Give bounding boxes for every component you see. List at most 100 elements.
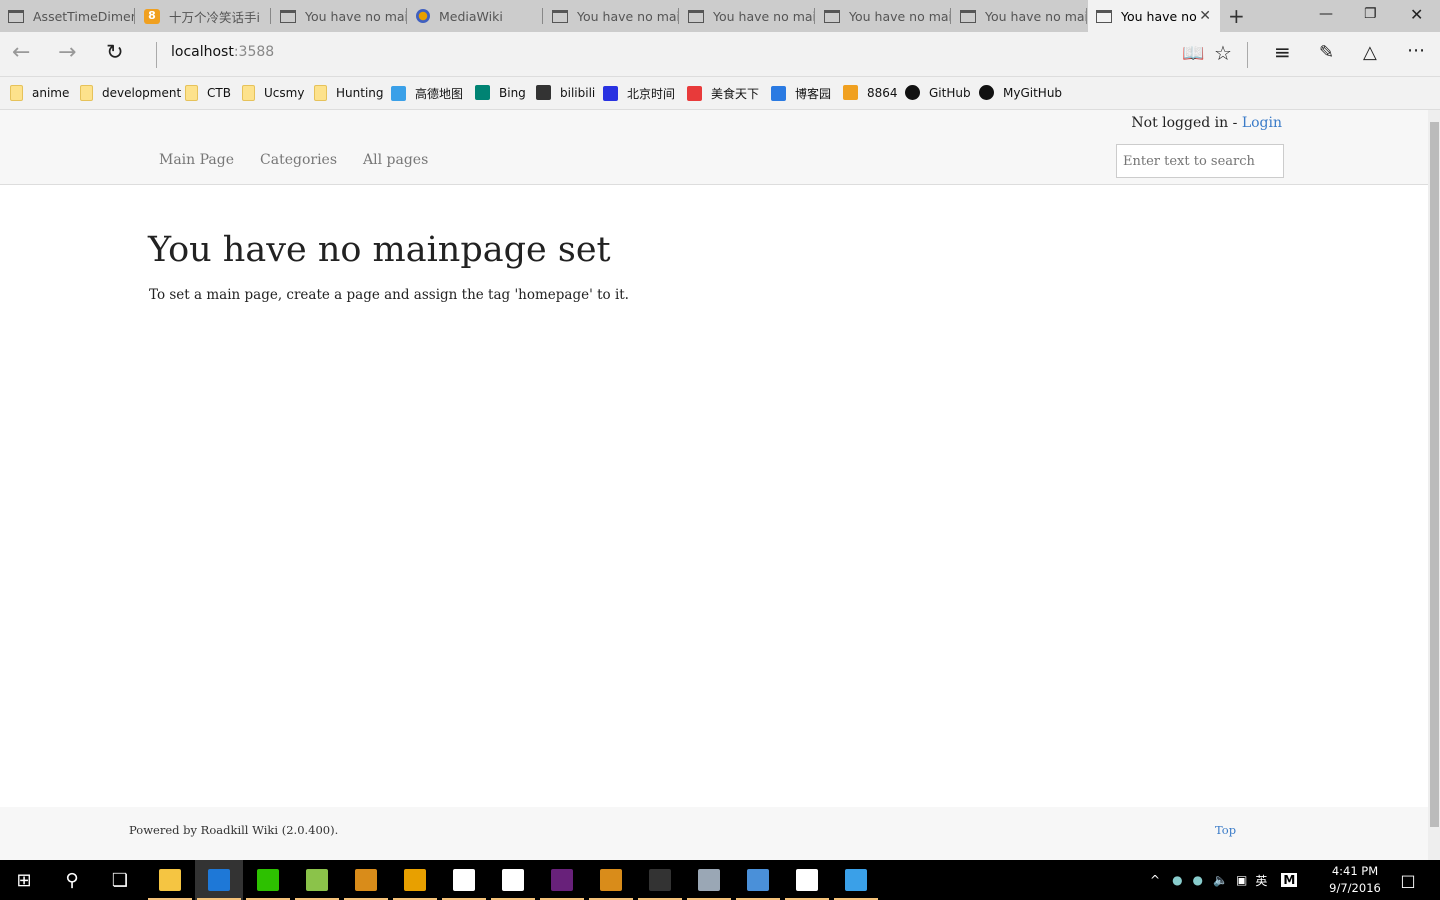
task-view-icon[interactable]: ❏ bbox=[96, 860, 144, 900]
ime-mode-icon[interactable]: M bbox=[1281, 873, 1298, 887]
restore-button[interactable]: ❐ bbox=[1364, 6, 1377, 22]
forward-button[interactable]: → bbox=[58, 40, 76, 65]
taskbar-file-explorer[interactable] bbox=[146, 860, 194, 900]
volume-icon[interactable]: 🔈 bbox=[1213, 873, 1228, 887]
close-tab-icon[interactable]: ✕ bbox=[1199, 8, 1211, 24]
network-icon[interactable]: ▣ bbox=[1236, 873, 1247, 887]
bookmark-label: Hunting bbox=[336, 86, 384, 100]
close-window-button[interactable]: ✕ bbox=[1410, 5, 1423, 24]
search-icon[interactable]: ⚲ bbox=[48, 860, 96, 900]
navigation-bar: ← → ↻ localhost:3588 📖 ☆ ≡ ✎ △ ⋯ bbox=[0, 32, 1440, 76]
address-host: localhost bbox=[171, 44, 234, 60]
github-icon bbox=[905, 85, 920, 100]
bookmark-label: GitHub bbox=[929, 85, 971, 100]
bookmark-ctb[interactable]: CTB bbox=[185, 85, 231, 101]
taskbar-search-tool[interactable] bbox=[391, 860, 439, 900]
bookmark-development[interactable]: development bbox=[80, 85, 181, 101]
scrollbar-thumb[interactable] bbox=[1430, 122, 1439, 827]
file-explorer-icon bbox=[159, 869, 181, 891]
bookmark-北京时间[interactable]: 北京时间 bbox=[603, 85, 675, 102]
bookmark-label: development bbox=[102, 86, 182, 100]
page-icon bbox=[688, 9, 704, 23]
tray-app-icon[interactable]: ● bbox=[1193, 873, 1203, 887]
page-icon bbox=[1096, 9, 1112, 23]
reading-view-icon[interactable]: 📖 bbox=[1182, 43, 1204, 64]
taskbar-visual-studio[interactable] bbox=[538, 860, 586, 900]
share-icon[interactable]: △ bbox=[1363, 42, 1377, 63]
browser-tab[interactable]: You have no mai bbox=[272, 0, 408, 32]
scrollbar[interactable] bbox=[1428, 110, 1440, 860]
taskbar-calculator[interactable] bbox=[783, 860, 831, 900]
bookmark-美食天下[interactable]: 美食天下 bbox=[687, 85, 759, 102]
nav-all-pages[interactable]: All pages bbox=[363, 152, 428, 168]
system-tray: ^ ● ● 🔈 ▣ 英 M bbox=[1150, 860, 1298, 900]
browser-tab[interactable]: MediaWiki bbox=[408, 0, 544, 32]
taskbar-sublime[interactable] bbox=[734, 860, 782, 900]
bookmark-label: MyGitHub bbox=[1003, 85, 1063, 100]
taskbar-app-orange[interactable] bbox=[342, 860, 390, 900]
nav-categories[interactable]: Categories bbox=[260, 152, 337, 168]
bookmark-anime[interactable]: anime bbox=[10, 85, 69, 101]
browser-tab[interactable]: You have no mai bbox=[544, 0, 680, 32]
browser-tab[interactable]: You have no mai bbox=[680, 0, 816, 32]
new-tab-button[interactable]: + bbox=[1228, 4, 1245, 28]
refresh-button[interactable]: ↻ bbox=[106, 40, 124, 64]
hub-icon[interactable]: ≡ bbox=[1274, 40, 1291, 64]
tab-title: You have no bbox=[1121, 8, 1197, 24]
bookmark-hunting[interactable]: Hunting bbox=[314, 85, 384, 101]
tab-title: You have no mai bbox=[849, 8, 952, 24]
taskbar-app-video[interactable] bbox=[587, 860, 635, 900]
taskbar-remote[interactable] bbox=[685, 860, 733, 900]
tab-title: You have no mai bbox=[305, 8, 408, 24]
taskbar-wechat[interactable] bbox=[244, 860, 292, 900]
tab-title: AssetTimeDimer bbox=[33, 8, 136, 24]
bookmark-mygithub[interactable]: MyGitHub bbox=[979, 85, 1062, 100]
login-link[interactable]: Login bbox=[1242, 115, 1282, 131]
bookmark-博客园[interactable]: 博客园 bbox=[771, 85, 831, 102]
taskbar-terminal[interactable] bbox=[636, 860, 684, 900]
browser-tab[interactable]: 8 十万个冷笑话手i bbox=[136, 0, 272, 32]
address-bar[interactable]: localhost:3588 bbox=[171, 44, 274, 60]
address-port: :3588 bbox=[233, 44, 275, 60]
browser-tab[interactable]: You have no ✕ bbox=[1088, 0, 1220, 32]
bookmark-bilibili[interactable]: bilibili bbox=[536, 85, 595, 100]
tray-app-icon[interactable]: ● bbox=[1172, 873, 1182, 887]
wiki-page: Not logged in - Login Main Page Categorie… bbox=[0, 110, 1428, 860]
nav-main-page[interactable]: Main Page bbox=[159, 152, 234, 168]
bookmark-label: 北京时间 bbox=[627, 87, 676, 101]
browser-tab[interactable]: AssetTimeDimer bbox=[0, 0, 136, 32]
bookmark-github[interactable]: GitHub bbox=[905, 85, 971, 100]
favorite-star-icon[interactable]: ☆ bbox=[1214, 41, 1232, 65]
minimize-button[interactable]: — bbox=[1319, 6, 1333, 22]
github-icon bbox=[979, 85, 994, 100]
bookmark-8864[interactable]: 8864 bbox=[843, 85, 898, 100]
more-icon[interactable]: ⋯ bbox=[1407, 40, 1425, 61]
start-button[interactable]: ⊞ bbox=[0, 860, 48, 900]
search-input[interactable] bbox=[1116, 144, 1284, 178]
calculator-icon bbox=[796, 869, 818, 891]
browser-tab[interactable]: You have no mai bbox=[952, 0, 1088, 32]
bookmark-bing[interactable]: Bing bbox=[475, 85, 526, 100]
browser-tab[interactable]: You have no mai bbox=[816, 0, 952, 32]
taskbar-mail[interactable] bbox=[489, 860, 537, 900]
taskbar-notepad-plus[interactable] bbox=[293, 860, 341, 900]
back-button[interactable]: ← bbox=[12, 40, 30, 65]
store-icon bbox=[453, 869, 475, 891]
bookmark-高德地图[interactable]: 高德地图 bbox=[391, 85, 463, 102]
ime-indicator[interactable]: 英 bbox=[1255, 872, 1267, 889]
bookmark-ucsmy[interactable]: Ucsmy bbox=[242, 85, 304, 101]
taskbar-store[interactable] bbox=[440, 860, 488, 900]
time: 4:41 PM bbox=[1331, 864, 1379, 878]
web-note-icon[interactable]: ✎ bbox=[1319, 42, 1334, 63]
clock[interactable]: 4:41 PM 9/7/2016 bbox=[1320, 863, 1390, 897]
top-link[interactable]: Top bbox=[1215, 823, 1236, 837]
login-status: Not logged in - Login bbox=[1131, 115, 1282, 131]
app-orange-icon bbox=[355, 869, 377, 891]
notifications-icon[interactable]: □ bbox=[1384, 860, 1432, 900]
taskbar-baidu-cloud[interactable] bbox=[832, 860, 880, 900]
tray-chevron-icon[interactable]: ^ bbox=[1150, 873, 1160, 887]
folder-icon bbox=[10, 85, 23, 101]
taskbar-edge[interactable] bbox=[195, 860, 243, 900]
wechat-icon bbox=[257, 869, 279, 891]
cnblogs-icon bbox=[771, 86, 786, 101]
